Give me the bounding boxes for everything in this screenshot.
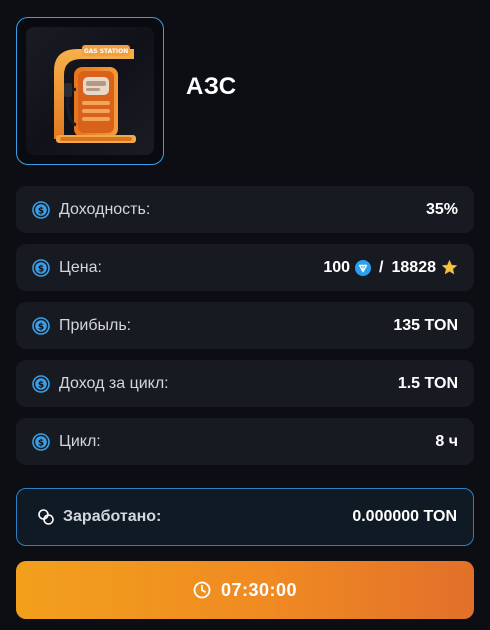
- price-value: 100 / 18828: [323, 259, 458, 277]
- stat-label: Доход за цикл:: [59, 374, 169, 392]
- stat-row-yield: $ Доходность: 35%: [16, 186, 474, 233]
- item-header: GAS STATION АЗС: [16, 17, 237, 165]
- svg-text:$: $: [38, 438, 44, 448]
- star-icon: [442, 260, 457, 275]
- price-ton-amount: 100: [323, 258, 351, 276]
- stats-list: $ Доходность: 35% $ Цена: 100 / 18828 $ …: [16, 186, 474, 476]
- earned-label: Заработано:: [63, 508, 162, 525]
- stat-value: 35%: [425, 200, 458, 218]
- dollar-coin-icon: $: [32, 374, 50, 393]
- link-coins-icon: [38, 509, 54, 525]
- stat-label: Цена:: [59, 258, 102, 276]
- stat-label: Прибыль:: [59, 316, 132, 334]
- earned-value: 0.000000 TON: [352, 508, 457, 525]
- item-title: АЗС: [186, 73, 237, 100]
- stat-value: 135 TON: [393, 316, 458, 334]
- timer-text: 07:30:00: [220, 579, 298, 600]
- svg-text:$: $: [38, 380, 44, 390]
- item-thumbnail: GAS STATION: [16, 17, 164, 165]
- svg-text:$: $: [38, 206, 44, 216]
- stat-row-price: $ Цена: 100 / 18828: [16, 244, 474, 291]
- dollar-coin-icon: $: [32, 200, 50, 219]
- gas-station-sign: GAS STATION: [84, 48, 129, 55]
- ton-icon: [355, 259, 372, 276]
- stat-row-cycle-income: $ Доход за цикл: 1.5 TON: [16, 360, 474, 407]
- stat-label: Цикл:: [59, 432, 101, 450]
- dollar-coin-icon: $: [32, 432, 50, 451]
- timer-button[interactable]: 07:30:00: [16, 561, 474, 619]
- svg-text:$: $: [38, 264, 44, 274]
- stat-row-profit: $ Прибыль: 135 TON: [16, 302, 474, 349]
- stat-label: Доходность:: [59, 200, 151, 218]
- clock-icon: [193, 581, 211, 599]
- earned-panel: Заработано: 0.000000 TON: [16, 488, 474, 546]
- svg-text:$: $: [38, 322, 44, 332]
- stat-value: 8 ч: [435, 432, 458, 450]
- stat-row-cycle: $ Цикл: 8 ч: [16, 418, 474, 465]
- gas-station-image: GAS STATION: [26, 27, 154, 155]
- price-stars-amount: 18828: [391, 258, 437, 276]
- price-separator: /: [379, 258, 384, 276]
- item-detail-page: GAS STATION АЗС $ Доходность: 35% $ Цена…: [0, 0, 490, 630]
- dollar-coin-icon: $: [32, 316, 50, 335]
- stat-value: 1.5 TON: [397, 374, 458, 392]
- dollar-coin-icon: $: [32, 258, 50, 277]
